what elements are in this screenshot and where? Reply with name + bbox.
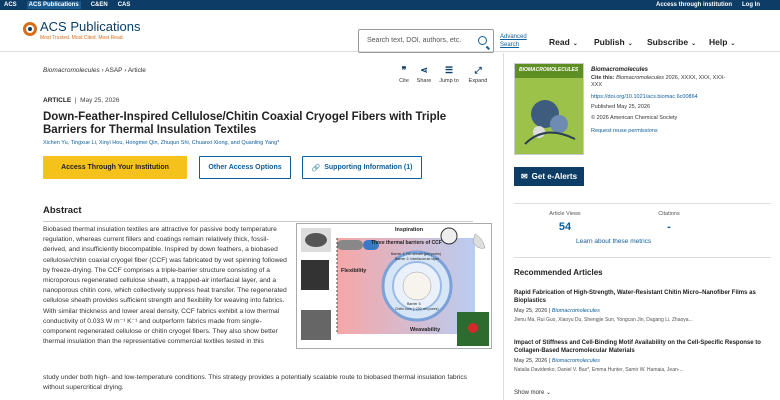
journal-cover-image (515, 64, 583, 154)
access-institution-button[interactable]: Access Through Your Institution (43, 156, 187, 179)
recommended-heading: Recommended Articles (514, 268, 603, 277)
logo-tagline: Most Trusted. Most Cited. Most Read. (40, 35, 124, 41)
topbar-link-acs[interactable]: ACS (4, 2, 17, 8)
views-label: Article Views (549, 211, 581, 217)
abstract-text-continued: study under both high- and low-temperatu… (43, 374, 468, 392)
abstract-heading: Abstract (43, 205, 82, 216)
author-list[interactable]: Xichen Yu, Tingxue Li, Xinyi Hou, Hongme… (43, 140, 279, 146)
topbar-link-cen[interactable]: C&EN (91, 2, 108, 8)
citations-label: Citations (658, 211, 680, 217)
get-ealerts-button[interactable]: ✉ Get e-Alerts (514, 167, 584, 186)
article-main: Biomacromolecules › ASAP › Article ❞ Cite… (0, 53, 503, 400)
advanced-search-link[interactable]: Advanced Search (500, 33, 527, 49)
doi-link[interactable]: https://doi.org/10.1021/acs.biomac.6c008… (591, 94, 698, 100)
breadcrumb-article: Article (127, 67, 146, 74)
nav-subscribe[interactable]: Subscribe ⌄ (647, 37, 696, 47)
sidebar-journal-name[interactable]: Biomacromolecules (591, 67, 648, 73)
figure-label-barrier3: Barrier 3: (407, 302, 422, 306)
expand-icon: ⤢ (474, 65, 482, 75)
nav-publish[interactable]: Publish ⌄ (594, 37, 633, 47)
reuse-permissions-link[interactable]: Request reuse permissions (591, 128, 658, 134)
search-icon[interactable] (478, 36, 487, 45)
journal-cover[interactable]: BIOMACROMOLECULES (514, 63, 584, 155)
figure-label-barrier1: Barrier 1: RC sheath (μm pores) (391, 252, 441, 256)
views-count: 54 (558, 221, 572, 233)
site-header: ACS Publications Most Trusted. Most Cite… (0, 10, 780, 53)
search-input[interactable]: Search text, DOI, authors, etc. (358, 29, 494, 53)
divider (514, 203, 771, 204)
nav-help[interactable]: Help ⌄ (709, 37, 735, 47)
article-title: Down-Feather-Inspired Cellulose/Chitin C… (43, 111, 447, 136)
topbar-link-cas[interactable]: CAS (118, 2, 131, 8)
article-meta: ARTICLE | May 25, 2026 (43, 97, 120, 104)
article-metrics: Article Views 54 Citations - Learn about… (514, 208, 771, 253)
breadcrumb-asap[interactable]: ASAP (105, 67, 122, 74)
supporting-info-button[interactable]: 🔗 Supporting Information (1) (302, 156, 422, 179)
chevron-down-icon: ⌄ (691, 41, 697, 47)
mail-icon: ✉ (520, 172, 528, 181)
show-more-link[interactable]: Show more ⌄ (514, 389, 551, 396)
top-bar: ACS ACS Publications C&EN CAS Access thr… (0, 0, 780, 10)
breadcrumb-journal[interactable]: Biomacromolecules (43, 67, 100, 74)
topbar-link-acs-publications[interactable]: ACS Publications (26, 1, 81, 9)
abstract-text: Biobased thermal insulation textiles are… (43, 226, 287, 346)
figure-label-barrier2: Barrier 2: Interfacial air layer (395, 257, 439, 261)
sidebar: BIOMACROMOLECULES Biomacromolecules Cite… (503, 53, 780, 400)
cite-this: Cite this: Biomacromolecules 2026, XXXX,… (591, 75, 726, 88)
figure-label-barrier3-core: Chitin core (~200 nm pores) (395, 307, 439, 311)
search-placeholder: Search text, DOI, authors, etc. (367, 37, 462, 44)
figure-label-inspiration: Inspiration (395, 227, 424, 233)
toc-graphic[interactable]: Inspiration Three thermal barriers of CC… (296, 223, 492, 349)
figure-label-flexibility: Flexibility (341, 268, 367, 274)
divider (514, 257, 771, 258)
chevron-down-icon: ⌄ (627, 41, 633, 47)
expand-button[interactable]: ⤢ Expand (463, 65, 493, 85)
published-date: Published May 25, 2026 (591, 104, 651, 110)
chevron-down-icon: ⌄ (730, 41, 736, 47)
nav-read[interactable]: Read ⌄ (549, 37, 578, 47)
figure-label-barriers: Three thermal barriers of CCF (371, 240, 442, 246)
access-through-institution-link[interactable]: Access through institution (656, 2, 732, 8)
recommended-item[interactable]: Impact of Stiffness and Cell-Binding Mot… (514, 339, 764, 373)
cover-title: BIOMACROMOLECULES (519, 67, 579, 73)
recommended-item[interactable]: Rapid Fabrication of High-Strength, Wate… (514, 289, 764, 323)
link-icon: 🔗 (311, 164, 321, 172)
breadcrumb: Biomacromolecules › ASAP › Article (43, 67, 146, 74)
acs-logo-icon (23, 22, 37, 36)
citations-count: - (667, 221, 671, 233)
jump-to-button[interactable]: ☰ Jump to (434, 65, 464, 85)
list-icon: ☰ (444, 65, 454, 75)
logo-name: ACS Publications (40, 19, 141, 34)
copyright: © 2026 American Chemical Society (591, 115, 678, 121)
figure-label-weavability: Weavability (410, 327, 441, 333)
chevron-down-icon: ⌄ (546, 390, 552, 396)
login-link[interactable]: Log In (742, 2, 760, 8)
divider (43, 221, 473, 222)
other-access-button[interactable]: Other Access Options (199, 156, 291, 179)
chevron-down-icon: ⌄ (572, 41, 578, 47)
metrics-info-link[interactable]: Learn about these metrics (576, 238, 651, 245)
